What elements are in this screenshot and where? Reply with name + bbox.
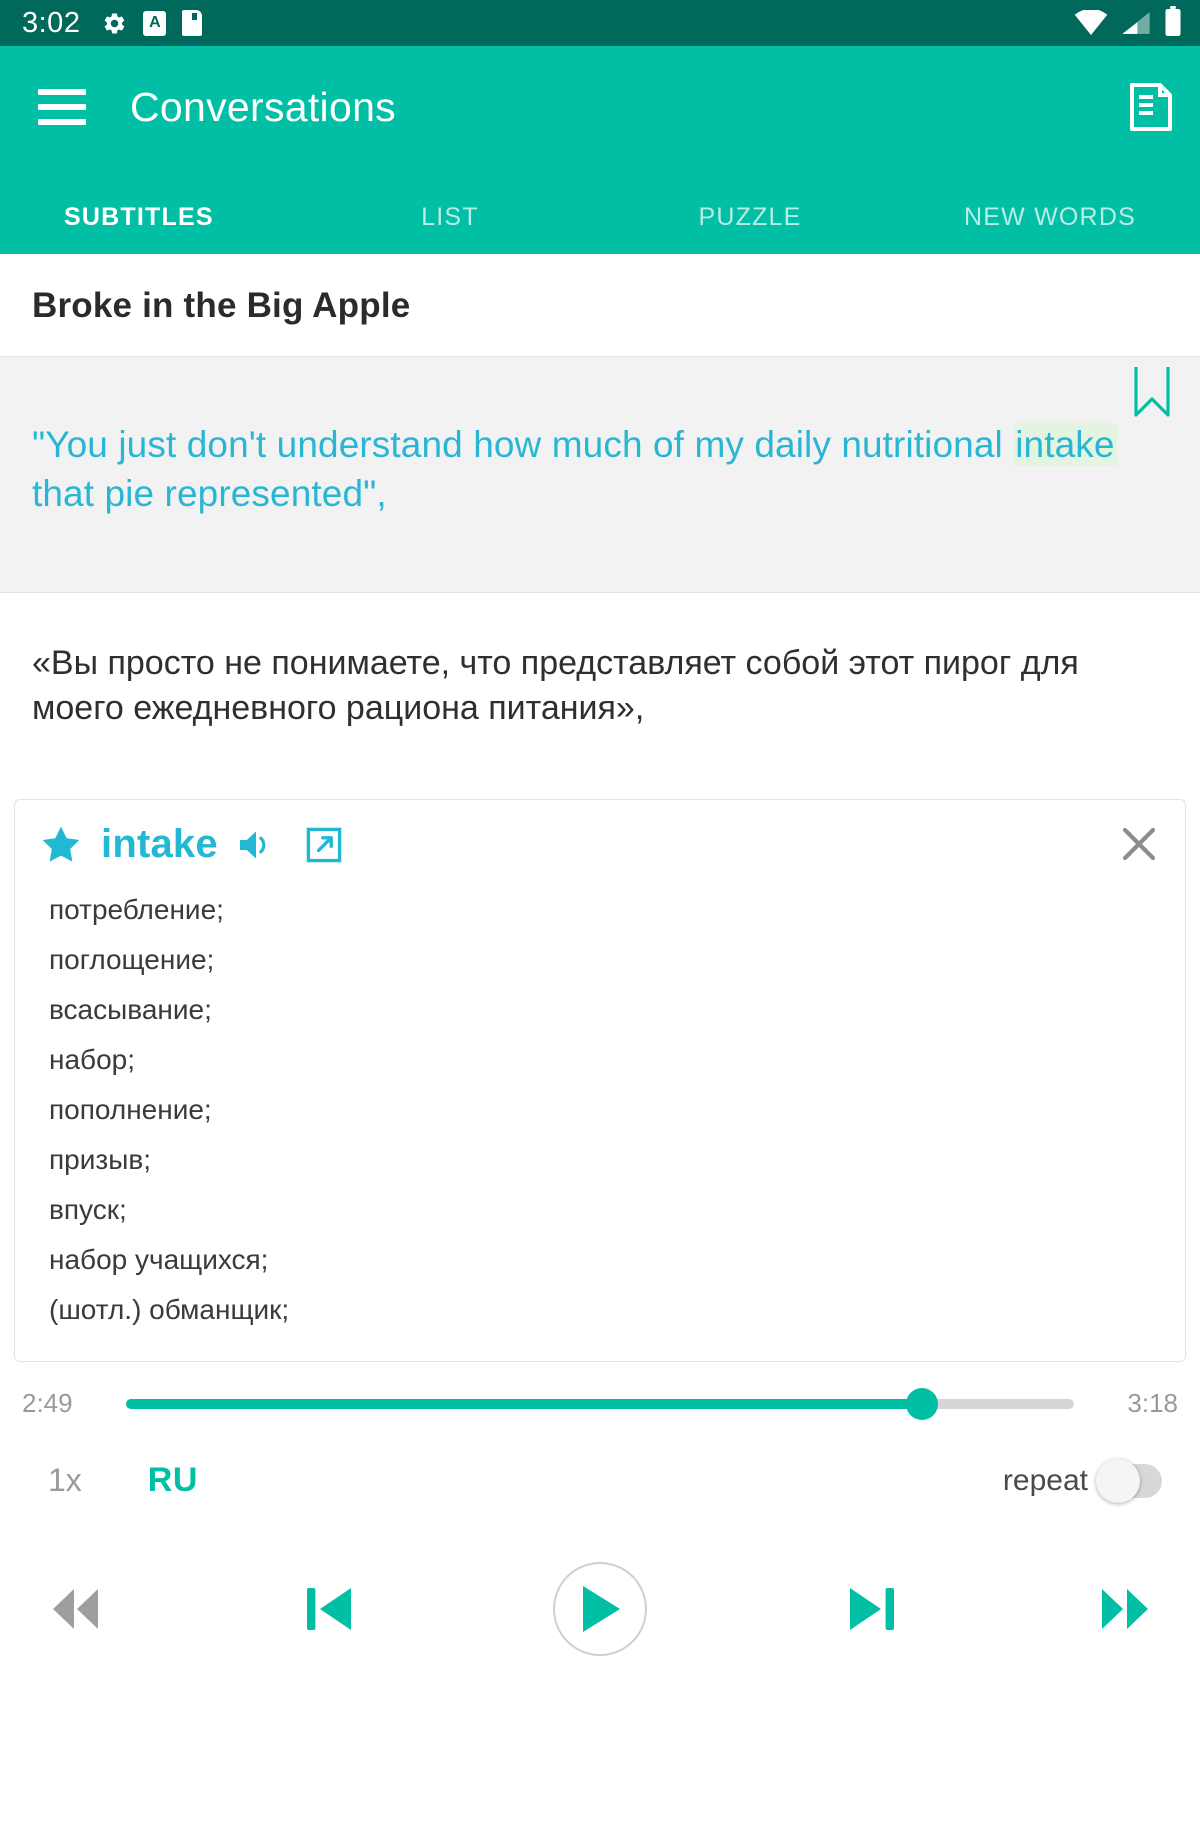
highlighted-word-intake[interactable]: intake (1013, 423, 1117, 466)
tab-subtitles[interactable]: SUBTITLES (0, 203, 300, 254)
hamburger-menu-icon[interactable] (38, 89, 86, 125)
subtitle-english[interactable]: "You just don't understand how much of m… (32, 421, 1166, 519)
list-item: впуск; (49, 1194, 127, 1226)
seek-fill (126, 1398, 923, 1409)
status-bar: 3:02 A (0, 0, 1200, 46)
rewind-icon[interactable] (46, 1586, 104, 1632)
list-item: набор учащихся; (49, 1244, 269, 1276)
list-item: пополнение; (49, 1094, 212, 1126)
transport-controls (0, 1500, 1200, 1657)
subtitle-russian: «Вы просто не понимаете, что представляе… (32, 644, 1079, 728)
repeat-toggle[interactable] (1096, 1458, 1162, 1503)
seek-thumb[interactable] (906, 1387, 939, 1420)
play-icon (583, 1586, 620, 1633)
list-item: всасывание; (49, 994, 212, 1026)
status-left-icons: A (102, 10, 203, 36)
tab-puzzle[interactable]: PUZZLE (600, 203, 900, 254)
play-button[interactable] (553, 1562, 647, 1657)
app-bar: Conversations (0, 46, 1200, 168)
subtitle-english-after: that pie represented", (32, 472, 387, 514)
settings-gear-icon (102, 11, 127, 36)
seek-slider[interactable] (126, 1387, 1074, 1420)
battery-icon (1164, 5, 1182, 41)
dictionary-card-header: intake (39, 822, 1161, 867)
dictionary-definitions: потребление; поглощение; всасывание; наб… (39, 885, 1161, 1335)
playback-speed-button[interactable]: 1x (48, 1462, 82, 1499)
current-subtitle-block[interactable]: "You just don't understand how much of m… (0, 356, 1200, 593)
note-list-icon[interactable] (1128, 81, 1174, 133)
fast-forward-icon[interactable] (1096, 1586, 1154, 1632)
current-time-label: 2:49 (22, 1388, 73, 1419)
list-item: (шотл.) обманщик; (49, 1294, 290, 1326)
previous-subtitle-icon[interactable] (303, 1584, 355, 1634)
dictionary-word[interactable]: intake (101, 822, 218, 867)
bookmark-icon[interactable] (1130, 365, 1174, 419)
a-badge-icon: A (143, 10, 167, 36)
list-item: набор; (49, 1044, 135, 1076)
external-link-icon[interactable] (306, 827, 342, 863)
tab-new-words[interactable]: NEW WORDS (900, 203, 1200, 254)
list-item: поглощение; (49, 944, 215, 976)
list-item: призыв; (49, 1144, 151, 1176)
wifi-icon (1074, 8, 1108, 41)
tab-bar: SUBTITLES LIST PUZZLE NEW WORDS (0, 168, 1200, 254)
cellular-signal-icon (1121, 10, 1151, 41)
status-time: 3:02 (22, 6, 81, 39)
repeat-label: repeat (1002, 1463, 1088, 1497)
star-filled-icon[interactable] (39, 823, 83, 867)
player-options-row: 1x RU repeat (0, 1419, 1200, 1503)
total-time-label: 3:18 (1127, 1388, 1178, 1419)
close-icon[interactable] (1117, 822, 1161, 866)
seek-bar-row: 2:49 3:18 (0, 1362, 1200, 1420)
dictionary-card: intake потребление; поглощение; всасыван… (14, 799, 1186, 1363)
status-right-icons (1074, 5, 1182, 41)
language-button[interactable]: RU (148, 1461, 198, 1500)
page-title: Conversations (130, 83, 396, 130)
speaker-icon[interactable] (239, 829, 274, 861)
main-content: Broke in the Big Apple "You just don't u… (0, 254, 1200, 1657)
subtitle-english-before: "You just don't understand how much of m… (32, 424, 1014, 465)
tab-list[interactable]: LIST (300, 203, 600, 254)
list-item: потребление; (49, 894, 224, 926)
sd-card-icon (182, 10, 203, 36)
next-subtitle-icon[interactable] (846, 1584, 898, 1634)
repeat-toggle-knob (1096, 1458, 1140, 1503)
episode-title: Broke in the Big Apple (32, 286, 411, 325)
